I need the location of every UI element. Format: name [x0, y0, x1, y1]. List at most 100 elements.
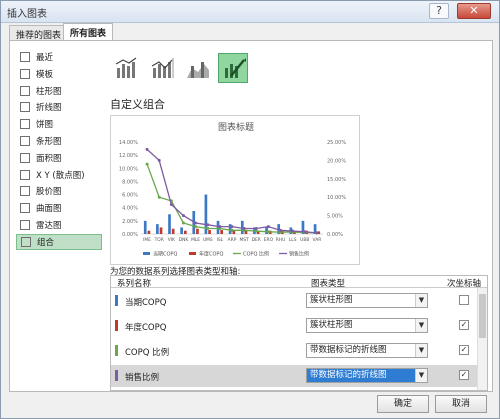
chart-category-list: 最近模板柱形图折线图 饼图条形图面积图 X Y (散点图) 股价图曲面图雷达图组合 — [16, 49, 102, 251]
header-secondary-axis: 次坐标轴 — [447, 279, 482, 289]
x-axis-tick-label: VAR — [313, 237, 322, 243]
legend-swatch — [143, 252, 150, 255]
legend-label: 当期COPQ — [153, 251, 177, 258]
help-button[interactable]: ? — [429, 3, 449, 19]
header-chart-type: 图表类型 — [311, 279, 346, 289]
series-point-2 — [157, 195, 161, 199]
cancel-button[interactable]: 取消 — [435, 395, 487, 413]
series-line-3 — [146, 148, 317, 234]
chevron-down-icon[interactable]: ▼ — [415, 294, 427, 307]
series-table-scrollbar[interactable] — [477, 288, 487, 390]
series-row[interactable]: 当期COPQ 簇状柱形图 ▼ — [111, 290, 477, 312]
sidebar-item-1[interactable]: 模板 — [16, 66, 102, 82]
sidebar-item-label: 最近 — [36, 53, 54, 63]
legend-label: COPQ 比例 — [243, 251, 269, 258]
series-point-3 — [218, 225, 222, 229]
chart-type-select[interactable]: 带数据标记的折线图 ▼ — [306, 343, 428, 358]
chart-type-value: 带数据标记的折线图 — [310, 345, 387, 355]
secondary-axis-checkbox[interactable] — [459, 295, 469, 305]
x-axis-tick-label: UMS — [203, 237, 213, 243]
left-axis-tick-label: 8.00% — [122, 179, 138, 185]
chart-type-select[interactable]: 带数据标记的折线图 ▼ — [306, 368, 428, 383]
series-point-2 — [230, 228, 234, 232]
sidebar-item-label: 条形图 — [36, 136, 62, 147]
sidebar-item-10[interactable]: 雷达图 — [16, 217, 102, 233]
secondary-axis-checkbox[interactable]: ✓ — [459, 320, 469, 330]
left-axis-tick-label: 14.00% — [119, 140, 138, 146]
scatter-chart-icon — [20, 169, 30, 180]
close-button[interactable]: ✕ — [457, 3, 491, 19]
chevron-down-icon[interactable]: ▼ — [415, 319, 427, 332]
radar-chart-icon — [20, 219, 30, 230]
series-point-2 — [194, 225, 198, 229]
sidebar-item-0[interactable]: 最近 — [16, 49, 102, 65]
stacked-area-column-combo-icon[interactable] — [182, 53, 212, 83]
series-point-3 — [315, 231, 319, 235]
secondary-axis-checkbox[interactable]: ✓ — [459, 370, 469, 380]
template-icon — [20, 68, 30, 79]
bar-current-copq — [156, 224, 159, 234]
sidebar-item-label: 组合 — [37, 237, 55, 248]
chart-title: 图表标题 — [218, 121, 254, 133]
series-color-swatch — [115, 295, 118, 306]
custom-combination-icon[interactable] — [218, 53, 248, 83]
sidebar-item-7[interactable]: X Y (散点图) — [16, 167, 102, 183]
series-row[interactable]: 销售比例 带数据标记的折线图 ▼ ✓ — [111, 365, 477, 387]
sidebar-item-8[interactable]: 股价图 — [16, 183, 102, 199]
sidebar-item-5[interactable]: 条形图 — [16, 133, 102, 149]
sidebar-item-label: X Y (散点图) — [36, 170, 85, 181]
series-point-3 — [181, 214, 185, 218]
scrollbar-thumb[interactable] — [479, 294, 486, 338]
bar-current-copq — [143, 220, 147, 234]
series-point-3 — [230, 225, 234, 229]
series-point-3 — [169, 203, 173, 207]
x-axis-tick-label: MLE — [191, 237, 200, 243]
ok-button[interactable]: 确定 — [377, 395, 429, 413]
series-point-3 — [194, 221, 198, 225]
combo-chart-icon — [21, 236, 31, 247]
chevron-down-icon[interactable]: ▼ — [415, 369, 427, 382]
x-axis-tick-label: UBB — [300, 237, 309, 243]
series-point-2 — [206, 226, 210, 230]
chart-type-select[interactable]: 簇状柱形图 ▼ — [306, 318, 428, 333]
series-name: COPQ 比例 — [125, 348, 170, 358]
clustered-column-line-combo-icon[interactable] — [110, 53, 140, 83]
bar-chart-icon — [20, 135, 30, 146]
title-bar: 插入图表 ? ✕ — [1, 1, 499, 23]
right-axis-tick-label: 0.00% — [327, 232, 343, 238]
sidebar-item-label: 股价图 — [36, 187, 62, 198]
sidebar-item-11[interactable]: 组合 — [16, 233, 102, 250]
tab-recommended-charts[interactable]: 推荐的图表 — [9, 25, 69, 41]
series-table: 系列名称 图表类型 次坐标轴 当期COPQ 簇状柱形图 ▼ 年度COPQ 簇状柱形图 ▼ ✓… — [110, 275, 488, 391]
all-charts-panel: 最近 模板 柱形图 折线图 饼图 条形图 面积图 X Y (散点图) 股价图 曲面图 雷达图 组合 自… — [9, 40, 493, 392]
sidebar-item-2[interactable]: 柱形图 — [16, 83, 102, 99]
series-row[interactable]: 年度COPQ 簇状柱形图 ▼ ✓ — [111, 315, 477, 337]
sidebar-item-3[interactable]: 折线图 — [16, 99, 102, 115]
chart-type-value: 带数据标记的折线图 — [310, 370, 387, 380]
bar-annual-copq — [159, 227, 163, 234]
clustered-column-line-secondary-combo-icon[interactable] — [146, 53, 176, 83]
x-axis-tick-label: ARP — [228, 237, 237, 243]
bar-annual-copq — [220, 230, 224, 234]
series-row[interactable]: COPQ 比例 带数据标记的折线图 ▼ ✓ — [111, 340, 477, 362]
bar-current-copq — [180, 227, 183, 234]
bar-current-copq — [168, 214, 171, 234]
series-point-2 — [254, 229, 258, 233]
chart-type-select[interactable]: 簇状柱形图 ▼ — [306, 293, 428, 308]
sidebar-item-4[interactable]: 饼图 — [16, 116, 102, 132]
series-point-2 — [266, 230, 270, 234]
sidebar-item-6[interactable]: 面积图 — [16, 150, 102, 166]
tab-all-charts[interactable]: 所有图表 — [63, 23, 114, 40]
series-name: 年度COPQ — [125, 323, 167, 333]
x-axis-tick-label: IME — [143, 237, 151, 243]
sidebar-item-label: 雷达图 — [36, 220, 62, 231]
sidebar-item-9[interactable]: 曲面图 — [16, 200, 102, 216]
recent-icon — [20, 52, 30, 62]
column-chart-icon — [20, 85, 30, 96]
x-axis-tick-label: VIK — [168, 237, 175, 243]
secondary-axis-checkbox[interactable]: ✓ — [459, 345, 469, 355]
chevron-down-icon[interactable]: ▼ — [415, 344, 427, 357]
left-axis-tick-label: 6.00% — [122, 193, 138, 199]
bar-annual-copq — [208, 230, 211, 234]
sidebar-item-label: 柱形图 — [36, 86, 62, 97]
